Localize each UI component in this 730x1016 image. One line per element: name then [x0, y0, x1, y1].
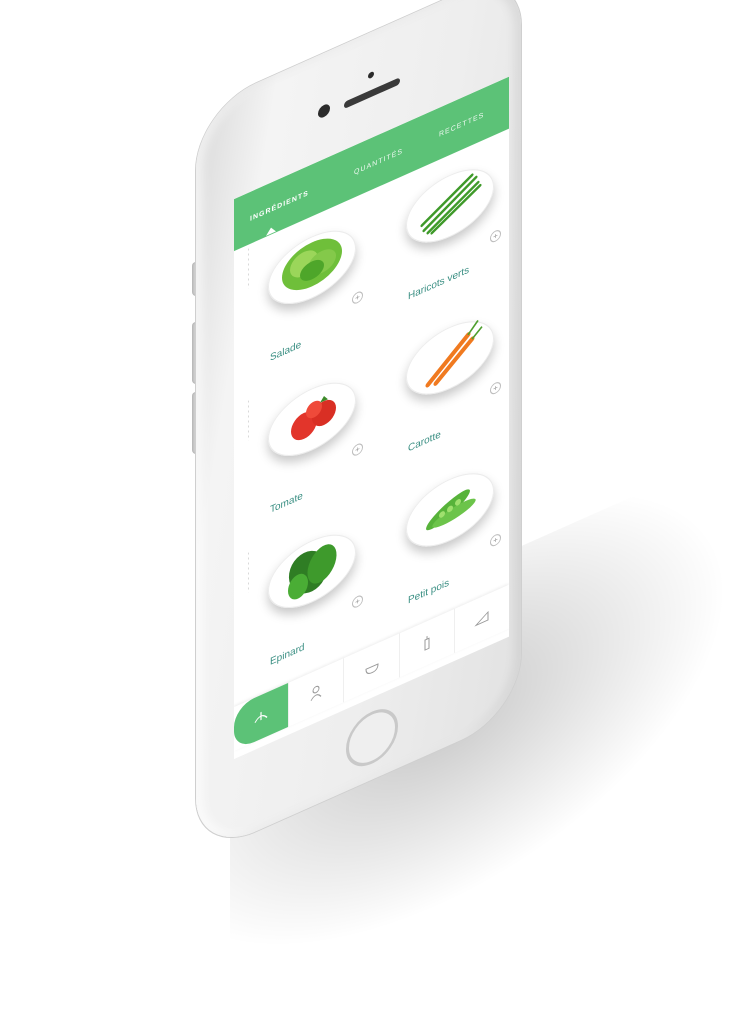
- add-ingredient-button[interactable]: +: [490, 228, 501, 245]
- phone-body: Ingrédients Quantités Recettes: [196, 0, 521, 859]
- ingredient-name: Salade: [270, 339, 302, 365]
- green-beans-icon: [420, 173, 482, 235]
- lettuce-icon: [282, 238, 342, 291]
- divider: [248, 248, 249, 289]
- ingredient-name: Haricots verts: [408, 264, 470, 303]
- add-ingredient-button[interactable]: +: [352, 441, 363, 458]
- plate: [268, 368, 356, 470]
- front-camera-icon: [318, 102, 330, 120]
- bottle-icon: [424, 636, 430, 651]
- add-ingredient-button[interactable]: +: [352, 289, 363, 306]
- plate: [268, 216, 356, 318]
- tomato-icon: [291, 396, 336, 441]
- tab-recipes[interactable]: Recettes: [439, 112, 484, 139]
- carrot-icon: [425, 320, 483, 388]
- app-screen: Ingrédients Quantités Recettes: [234, 76, 509, 760]
- ingredient-name: Epinard: [270, 641, 305, 669]
- divider: [248, 400, 249, 441]
- add-ingredient-button[interactable]: +: [490, 532, 501, 549]
- ingredient-name: Tomate: [270, 490, 303, 517]
- vegetables-icon: [254, 711, 268, 723]
- device-scene: Ingrédients Quantités Recettes: [0, 0, 730, 1016]
- earpiece-speaker: [344, 77, 400, 110]
- divider: [248, 552, 249, 593]
- cheese-icon: [474, 610, 489, 627]
- spinach-icon: [288, 544, 337, 600]
- home-button[interactable]: [346, 700, 398, 776]
- chef-icon: [310, 685, 322, 701]
- plate: [268, 520, 356, 622]
- ingredient-name: Petit pois: [408, 577, 450, 607]
- plate: [406, 307, 494, 409]
- peas-icon: [426, 489, 476, 531]
- plate: [406, 155, 494, 257]
- add-ingredient-button[interactable]: +: [490, 380, 501, 397]
- tab-ingredients[interactable]: Ingrédients: [250, 190, 309, 223]
- ingredient-name: Carotte: [408, 429, 441, 455]
- add-ingredient-button[interactable]: +: [352, 593, 363, 610]
- sensor: [368, 70, 374, 80]
- plate: [406, 459, 494, 561]
- bowl-icon: [364, 663, 379, 675]
- tab-quantities[interactable]: Quantités: [354, 148, 403, 177]
